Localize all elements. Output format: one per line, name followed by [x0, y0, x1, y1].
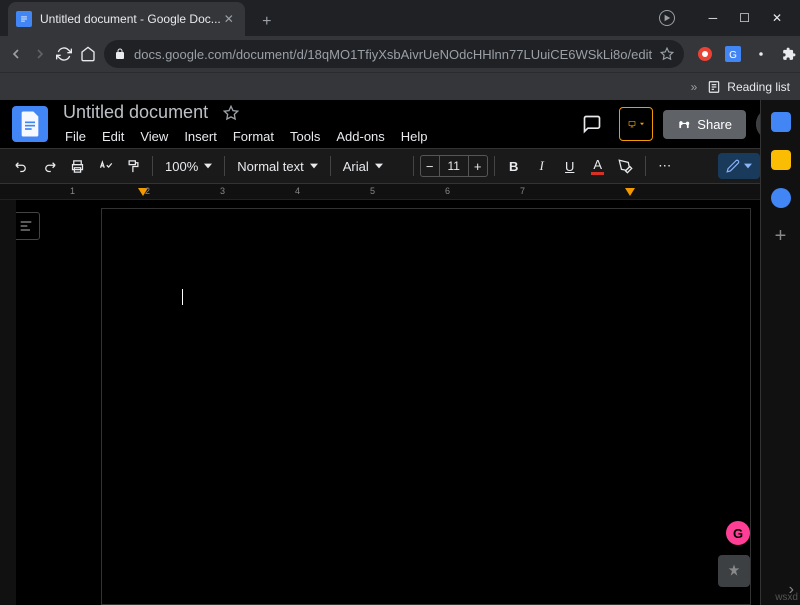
extension-icons: G — [692, 45, 800, 63]
spellcheck-button[interactable] — [92, 153, 118, 179]
forward-button[interactable] — [32, 40, 48, 68]
menu-tools[interactable]: Tools — [283, 125, 327, 148]
calendar-icon[interactable] — [771, 112, 791, 132]
menu-edit[interactable]: Edit — [95, 125, 131, 148]
font-size-value[interactable]: 11 — [440, 155, 468, 177]
print-button[interactable] — [64, 153, 90, 179]
reading-list-button[interactable]: Reading list — [707, 80, 790, 94]
ruler-tick: 2 — [145, 186, 150, 196]
watermark: wsxd — [775, 592, 798, 603]
docs-toolbar: 100% Normal text Arial − 11 + B I U A ⋯ — [0, 148, 800, 184]
docs-body — [0, 200, 800, 605]
side-panel: + — [760, 100, 800, 605]
extension-icon-3[interactable] — [752, 45, 770, 63]
grammarly-icon[interactable]: G — [726, 521, 750, 545]
address-bar[interactable]: docs.google.com/document/d/18qMO1TfiyXsb… — [104, 40, 684, 68]
document-title[interactable]: Untitled document — [58, 100, 213, 125]
home-button[interactable] — [80, 40, 96, 68]
close-window-button[interactable]: ✕ — [772, 11, 782, 25]
style-value: Normal text — [237, 159, 303, 174]
redo-button[interactable] — [36, 153, 62, 179]
menu-insert[interactable]: Insert — [177, 125, 224, 148]
tasks-icon[interactable] — [771, 188, 791, 208]
font-size-control: − 11 + — [420, 155, 488, 177]
bold-button[interactable]: B — [501, 153, 527, 179]
add-addon-button[interactable]: + — [771, 226, 791, 246]
ruler-tick: 6 — [445, 186, 450, 196]
tab-title: Untitled document - Google Doc... — [40, 12, 221, 26]
horizontal-ruler[interactable]: 1 2 3 4 5 6 7 — [0, 184, 800, 200]
zoom-value: 100% — [165, 159, 198, 174]
new-tab-button[interactable]: + — [253, 8, 281, 36]
docs-app: Untitled document File Edit View Insert … — [0, 100, 800, 605]
extension-icon-1[interactable] — [696, 45, 714, 63]
ruler-tick: 1 — [70, 186, 75, 196]
lock-icon — [114, 48, 126, 60]
ruler-tick: 4 — [295, 186, 300, 196]
docs-favicon — [16, 11, 32, 27]
ruler-tick: 5 — [370, 186, 375, 196]
share-button[interactable]: Share — [663, 110, 746, 139]
comments-button[interactable] — [575, 107, 609, 141]
editing-mode-button[interactable] — [718, 153, 760, 179]
svg-text:G: G — [729, 50, 737, 61]
page-area — [16, 200, 786, 605]
document-page[interactable] — [101, 208, 751, 605]
underline-button[interactable]: U — [557, 153, 583, 179]
keep-icon[interactable] — [771, 150, 791, 170]
menubar: File Edit View Insert Format Tools Add-o… — [58, 125, 565, 148]
browser-toolbar: docs.google.com/document/d/18qMO1TfiyXsb… — [0, 36, 800, 72]
ruler-tick: 3 — [220, 186, 225, 196]
menu-file[interactable]: File — [58, 125, 93, 148]
media-control-icon[interactable] — [659, 10, 675, 26]
text-cursor — [182, 289, 183, 305]
right-indent-marker[interactable] — [625, 188, 635, 198]
explore-button[interactable] — [718, 555, 750, 587]
bookmarks-bar: » Reading list — [0, 72, 800, 100]
bookmarks-overflow-icon[interactable]: » — [691, 80, 698, 94]
paint-format-button[interactable] — [120, 153, 146, 179]
text-color-button[interactable]: A — [585, 153, 611, 179]
menu-view[interactable]: View — [133, 125, 175, 148]
menu-addons[interactable]: Add-ons — [329, 125, 391, 148]
vertical-ruler[interactable] — [0, 200, 16, 605]
style-select[interactable]: Normal text — [231, 159, 323, 174]
tab-close-button[interactable]: ✕ — [221, 11, 237, 27]
menu-help[interactable]: Help — [394, 125, 435, 148]
font-select[interactable]: Arial — [337, 159, 407, 174]
browser-tab[interactable]: Untitled document - Google Doc... ✕ — [8, 2, 245, 36]
font-size-increase[interactable]: + — [468, 155, 488, 177]
docs-header: Untitled document File Edit View Insert … — [0, 100, 800, 148]
italic-button[interactable]: I — [529, 153, 555, 179]
url-text: docs.google.com/document/d/18qMO1TfiyXsb… — [134, 47, 652, 62]
bookmark-star-icon[interactable] — [660, 47, 674, 61]
extensions-menu-icon[interactable] — [780, 45, 798, 63]
reload-button[interactable] — [56, 40, 72, 68]
zoom-select[interactable]: 100% — [159, 159, 218, 174]
outline-toggle-button[interactable] — [12, 212, 40, 240]
more-tools-button[interactable]: ⋯ — [652, 153, 678, 179]
maximize-button[interactable]: ☐ — [739, 11, 750, 25]
font-size-decrease[interactable]: − — [420, 155, 440, 177]
highlight-button[interactable] — [613, 153, 639, 179]
docs-logo[interactable] — [12, 106, 48, 142]
minimize-button[interactable]: ─ — [709, 11, 718, 25]
present-button[interactable] — [619, 107, 653, 141]
browser-titlebar: Untitled document - Google Doc... ✕ + ─ … — [0, 0, 800, 36]
ruler-tick: 7 — [520, 186, 525, 196]
window-controls: ─ ☐ ✕ — [649, 10, 800, 36]
star-button[interactable] — [223, 105, 239, 121]
undo-button[interactable] — [8, 153, 34, 179]
share-label: Share — [697, 117, 732, 132]
back-button[interactable] — [8, 40, 24, 68]
menu-format[interactable]: Format — [226, 125, 281, 148]
font-value: Arial — [343, 159, 369, 174]
extension-icon-translate[interactable]: G — [724, 45, 742, 63]
reading-list-label: Reading list — [727, 80, 790, 94]
